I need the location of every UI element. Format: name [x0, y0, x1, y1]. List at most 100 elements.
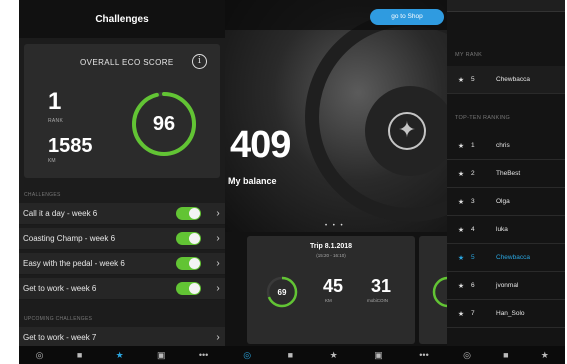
upcoming-challenge-label: Get to work - week 7 — [23, 333, 97, 342]
info-icon[interactable]: i — [192, 54, 207, 69]
ranking-row[interactable]: ★ 3 Olga — [447, 188, 565, 216]
rank-label: RANK — [48, 118, 64, 124]
tablet-icon[interactable]: ■ — [503, 350, 508, 360]
car-icon[interactable]: ▣ — [374, 350, 383, 361]
challenges-panel: Challenges OVERALL ECO SCORE i 1 RANK 15… — [19, 0, 225, 364]
rank-name: jvonmal — [496, 282, 519, 289]
ranking-row[interactable]: ★ 2 TheBest — [447, 160, 565, 188]
toggle-knob — [189, 208, 200, 219]
challenge-label: Coasting Champ - week 6 — [23, 234, 116, 243]
pager-dots[interactable]: • • • — [325, 223, 345, 229]
toggle-knob — [189, 283, 200, 294]
toggle-knob — [189, 233, 200, 244]
go-to-shop-button[interactable]: go to Shop — [370, 9, 444, 25]
ranking-panel: MY RANK ★ 5 Chewbacca TOP-TEN RANKING ★ … — [447, 0, 565, 364]
trip-title: Trip 8.1.2018 — [309, 243, 353, 250]
challenges-section-label: CHALLENGES — [24, 192, 61, 198]
upcoming-section-label: UPCOMING CHALLENGES — [24, 316, 93, 322]
ranking-row[interactable]: ★ 6 jvonmal — [447, 272, 565, 300]
rank-position: 1 — [471, 142, 475, 149]
brand-logo: ✦ — [388, 112, 426, 150]
next-trip-ring — [432, 276, 447, 308]
challenge-toggle[interactable] — [176, 232, 201, 245]
more-icon[interactable]: ••• — [419, 350, 428, 360]
km-value: 1585 — [48, 135, 93, 157]
balance-label: My balance — [228, 176, 277, 186]
trophy-icon: ★ — [457, 142, 465, 150]
rank-position: 5 — [471, 76, 475, 83]
challenge-toggle[interactable] — [176, 257, 201, 270]
chevron-right-icon[interactable]: › — [211, 258, 225, 269]
tablet-icon[interactable]: ■ — [77, 350, 82, 360]
rank-position: 2 — [471, 170, 475, 177]
rank-position: 6 — [471, 282, 475, 289]
rank-name: Chewbacca — [496, 254, 530, 261]
toggle-knob — [189, 258, 200, 269]
challenge-label: Get to work - week 6 — [23, 284, 97, 293]
eco-score-value: 96 — [152, 112, 176, 135]
rank-name: luka — [496, 226, 508, 233]
trophy-icon[interactable]: ★ — [116, 350, 124, 361]
rank-value: 1 — [48, 88, 62, 115]
rank-name: Chewbacca — [496, 76, 530, 83]
rank-name: TheBest — [496, 170, 521, 177]
challenge-row[interactable]: Easy with the pedal - week 6 › — [19, 253, 225, 275]
ranking-row-current-user[interactable]: ★ 5 Chewbacca — [447, 244, 565, 272]
car-icon[interactable]: ▣ — [157, 350, 166, 361]
top-ten-section-label: TOP-TEN RANKING — [455, 115, 511, 121]
challenge-row[interactable]: Coasting Champ - week 6 › — [19, 228, 225, 250]
trip-km-label: KM — [325, 298, 332, 303]
rank-position: 4 — [471, 226, 475, 233]
challenge-row[interactable]: Call it a day - week 6 › — [19, 203, 225, 225]
challenge-row[interactable]: Get to work - week 6 › — [19, 278, 225, 300]
trip-km-value: 45 — [323, 276, 344, 296]
trophy-icon: ★ — [457, 198, 465, 206]
steering-wheel-icon[interactable]: ◎ — [243, 350, 251, 361]
steering-wheel-icon[interactable]: ◎ — [36, 350, 44, 361]
trip-score-value: 69 — [277, 287, 287, 297]
rank-name: Han_Solo — [496, 310, 525, 317]
steering-wheel-icon[interactable]: ◎ — [463, 350, 471, 361]
trophy-icon: ★ — [457, 310, 465, 318]
more-icon[interactable]: ••• — [199, 350, 208, 360]
tablet-icon[interactable]: ■ — [288, 350, 293, 360]
bottom-nav: ◎ ■ ★ — [447, 346, 565, 364]
trip-time: (15:20 - 16:10) — [316, 253, 346, 258]
bottom-nav: ◎ ■ ★ ▣ ••• — [225, 346, 447, 364]
trophy-icon[interactable]: ★ — [541, 350, 549, 361]
challenges-title: Challenges — [19, 0, 225, 38]
trip-card[interactable]: Trip 8.1.2018 (15:20 - 16:10) 69 45 KM 3… — [247, 236, 415, 344]
trophy-icon: ★ — [457, 76, 465, 84]
rank-position: 3 — [471, 198, 475, 205]
ranking-row[interactable]: ★ 1 chris — [447, 132, 565, 160]
trophy-icon[interactable]: ★ — [330, 350, 338, 361]
challenge-label: Easy with the pedal - week 6 — [23, 259, 125, 268]
eco-score-card: OVERALL ECO SCORE i 1 RANK 1585 KM 96 — [24, 44, 220, 178]
ranking-header — [447, 0, 565, 12]
rank-position: 5 — [471, 254, 475, 261]
trophy-icon: ★ — [457, 282, 465, 290]
balance-panel: ✦ go to Shop 409 My balance • • • Trip 8… — [225, 0, 447, 364]
next-trip-card[interactable] — [419, 236, 447, 344]
chevron-right-icon[interactable]: › — [211, 332, 225, 343]
ranking-row[interactable]: ★ 4 luka — [447, 216, 565, 244]
challenge-toggle[interactable] — [176, 282, 201, 295]
trophy-icon: ★ — [457, 226, 465, 234]
trophy-icon: ★ — [457, 254, 465, 262]
chevron-right-icon[interactable]: › — [211, 283, 225, 294]
trophy-icon: ★ — [457, 170, 465, 178]
challenge-toggle[interactable] — [176, 207, 201, 220]
balance-value: 409 — [230, 124, 291, 166]
my-rank-row[interactable]: ★ 5 Chewbacca — [447, 66, 565, 94]
km-label: KM — [48, 158, 56, 164]
trip-coin-value: 31 — [371, 276, 392, 296]
bottom-nav: ◎ ■ ★ ▣ ••• — [19, 346, 225, 364]
trip-coin-label: mobiCOIN — [367, 298, 389, 303]
chevron-right-icon[interactable]: › — [211, 208, 225, 219]
challenge-label: Call it a day - week 6 — [23, 209, 98, 218]
rank-name: chris — [496, 142, 510, 149]
chevron-right-icon[interactable]: › — [211, 233, 225, 244]
rank-name: Olga — [496, 198, 510, 205]
rank-position: 7 — [471, 310, 475, 317]
ranking-row[interactable]: ★ 7 Han_Solo — [447, 300, 565, 328]
